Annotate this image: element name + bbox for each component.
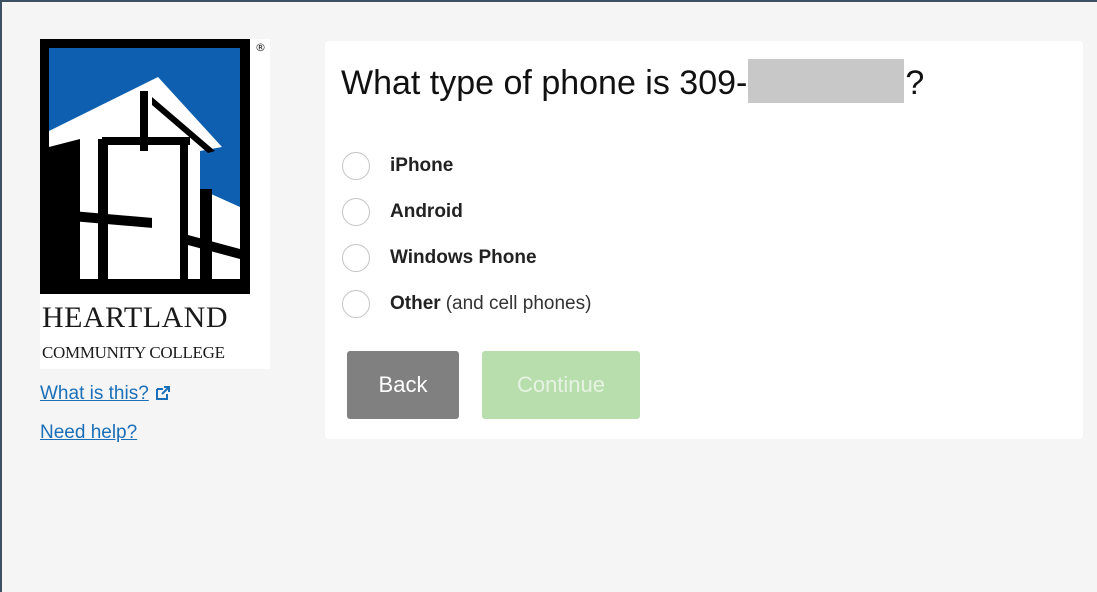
back-button[interactable]: Back	[347, 351, 459, 419]
radio-other[interactable]	[342, 290, 370, 318]
sidebar: ® HEARTLAND COMMUNITY COLLEGE	[40, 39, 272, 369]
radio-iphone[interactable]	[342, 152, 370, 180]
question-prefix: What type of phone is 309-	[341, 64, 748, 102]
option-iphone[interactable]: iPhone	[342, 143, 591, 189]
continue-button[interactable]: Continue	[482, 351, 640, 419]
phone-type-card: What type of phone is 309-? iPhone Andro…	[325, 41, 1083, 439]
what-is-this-link[interactable]: What is this?	[40, 384, 171, 406]
app-frame: ® HEARTLAND COMMUNITY COLLEGE What is th…	[0, 0, 1097, 592]
what-is-this-label: What is this?	[40, 383, 149, 404]
option-android[interactable]: Android	[342, 189, 591, 235]
option-label-windows-phone: Windows Phone	[390, 247, 537, 268]
option-label-android: Android	[390, 201, 463, 222]
action-buttons: Back Continue	[347, 351, 640, 419]
radio-windows-phone[interactable]	[342, 244, 370, 272]
radio-android[interactable]	[342, 198, 370, 226]
help-links: What is this? Need help?	[40, 384, 171, 460]
need-help-link[interactable]: Need help?	[40, 423, 171, 443]
heartland-logo: ® HEARTLAND COMMUNITY COLLEGE	[40, 39, 270, 369]
registered-mark: ®	[255, 41, 266, 54]
logo-name: HEARTLAND	[42, 301, 229, 334]
question-heading: What type of phone is 309-?	[341, 59, 924, 103]
external-link-icon	[155, 385, 171, 406]
logo-building-graphic	[40, 39, 250, 294]
option-note-other: (and cell phones)	[445, 293, 592, 314]
option-other[interactable]: Other (and cell phones)	[342, 281, 591, 327]
phone-type-options: iPhone Android Windows Phone Other (and …	[342, 143, 591, 327]
option-label-other: Other	[390, 293, 441, 314]
redacted-phone-number	[748, 59, 905, 103]
option-windows-phone[interactable]: Windows Phone	[342, 235, 591, 281]
question-suffix: ?	[905, 64, 925, 102]
logo-subtitle: COMMUNITY COLLEGE	[42, 343, 225, 362]
option-label-iphone: iPhone	[390, 155, 454, 176]
